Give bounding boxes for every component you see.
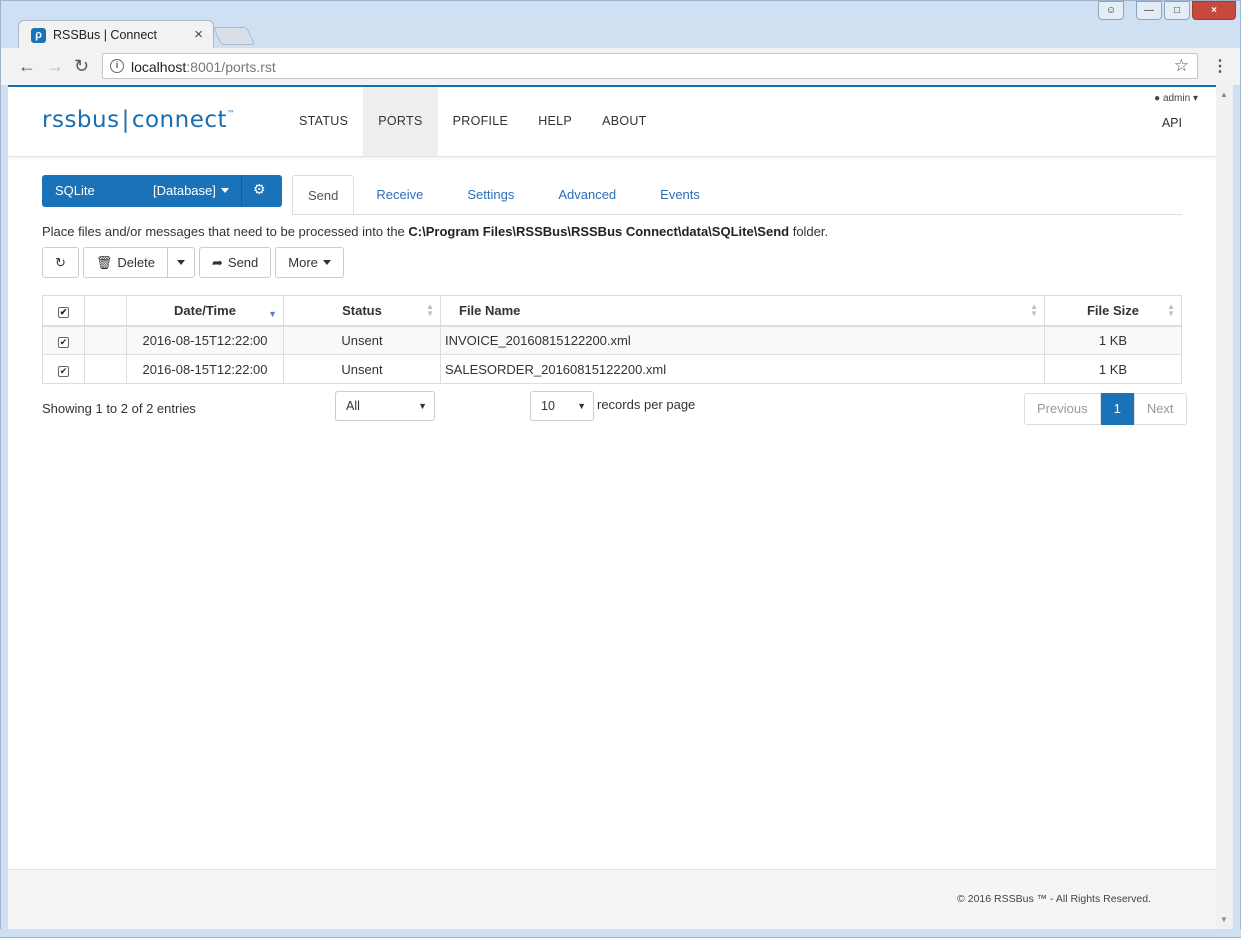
- sort-desc-icon: ▼: [268, 309, 277, 319]
- window-frame-bottom: [0, 929, 1241, 938]
- main-nav: STATUS PORTS PROFILE HELP ABOUT: [284, 87, 662, 156]
- row-filename[interactable]: SALESORDER_20160815122200.xml: [440, 354, 1045, 384]
- rssbus-favicon-icon: ρ: [31, 28, 46, 43]
- bookmark-star-icon[interactable]: ☆: [1174, 56, 1189, 76]
- col-status[interactable]: Status ▲ ▼: [283, 295, 441, 327]
- row-filesize: 1 KB: [1044, 354, 1182, 384]
- pagination-page-1[interactable]: 1: [1100, 393, 1134, 425]
- row-status: Unsent: [283, 325, 441, 355]
- page-size-select[interactable]: 10 ▼: [530, 391, 594, 421]
- tab-settings[interactable]: Settings: [445, 175, 536, 214]
- pagination: Previous 1 Next: [1024, 393, 1187, 425]
- app-header: rssbus|connect™ STATUS PORTS PROFILE HEL…: [8, 87, 1216, 157]
- scroll-up-arrow-icon[interactable]: ▲: [1220, 90, 1228, 99]
- nav-help[interactable]: HELP: [523, 87, 587, 156]
- page-scrollbar[interactable]: ▲ ▼: [1216, 85, 1233, 929]
- select-all-checkbox[interactable]: ✔: [42, 295, 85, 327]
- api-link[interactable]: API: [1162, 116, 1182, 130]
- nav-status[interactable]: STATUS: [284, 87, 363, 156]
- more-button[interactable]: More: [275, 247, 344, 278]
- info-icon[interactable]: i: [110, 59, 124, 73]
- port-tabs: Send Receive Settings Advanced Events: [292, 175, 1182, 215]
- forward-arrow-icon[interactable]: →: [46, 56, 64, 77]
- pagination-previous[interactable]: Previous: [1024, 393, 1101, 425]
- refresh-icon: ↻: [55, 254, 66, 270]
- page-footer: © 2016 RSSBus ™ - All Rights Reserved.: [8, 869, 1216, 929]
- table-row[interactable]: ✔ 2016-08-15T12:22:00 Unsent SALESORDER_…: [42, 354, 1182, 384]
- table-row[interactable]: ✔ 2016-08-15T12:22:00 Unsent INVOICE_201…: [42, 325, 1182, 355]
- port-type: [Database]: [153, 183, 216, 198]
- entries-info: Showing 1 to 2 of 2 entries: [42, 401, 196, 416]
- gear-icon[interactable]: ⚙: [253, 181, 266, 198]
- window-titlebar: ρ RSSBus | Connect × ☺ — □ ×: [0, 0, 1241, 50]
- delete-dropdown-button[interactable]: [168, 247, 195, 278]
- table-header-row: ✔ Date/Time ▼ Status ▲ ▼ File Name ▲ ▼ Fil…: [42, 295, 1182, 327]
- col-filesize[interactable]: File Size ▲ ▼: [1044, 295, 1182, 327]
- reload-icon[interactable]: ↻: [74, 56, 89, 77]
- nav-ports[interactable]: PORTS: [363, 87, 438, 156]
- row-checkbox[interactable]: ✔: [42, 354, 85, 384]
- sort-icon: ▲ ▼: [1030, 302, 1038, 318]
- row-status: Unsent: [283, 354, 441, 384]
- chevron-down-icon: [177, 260, 185, 265]
- back-arrow-icon[interactable]: ←: [18, 56, 36, 77]
- tab-send[interactable]: Send: [292, 175, 355, 214]
- browser-menu-icon[interactable]: ⋮: [1212, 56, 1228, 76]
- files-table: ✔ Date/Time ▼ Status ▲ ▼ File Name ▲ ▼ Fil…: [42, 295, 1182, 384]
- page-viewport: rssbus|connect™ STATUS PORTS PROFILE HEL…: [8, 85, 1216, 929]
- row-datetime: 2016-08-15T12:22:00: [126, 354, 284, 384]
- refresh-button[interactable]: ↻: [42, 247, 79, 278]
- browser-toolbar: ← → ↻ i localhost:8001/ports.rst ☆ ⋮: [0, 48, 1241, 85]
- browser-tab[interactable]: ρ RSSBus | Connect ×: [18, 20, 214, 50]
- row-filename[interactable]: INVOICE_20160815122200.xml: [440, 325, 1045, 355]
- sort-icon: ▲ ▼: [426, 302, 434, 318]
- trash-icon: 🗑: [95, 254, 113, 270]
- row-checkbox[interactable]: ✔: [42, 325, 85, 355]
- address-bar[interactable]: i localhost:8001/ports.rst ☆: [102, 53, 1198, 79]
- delete-button[interactable]: 🗑 Delete: [82, 247, 168, 278]
- window-frame-right: [1233, 85, 1241, 938]
- nav-profile[interactable]: PROFILE: [438, 87, 524, 156]
- delete-button-group: 🗑 Delete: [82, 247, 195, 278]
- tab-title: RSSBus | Connect: [53, 28, 157, 42]
- pagination-next[interactable]: Next: [1133, 393, 1187, 425]
- tab-events[interactable]: Events: [638, 175, 722, 214]
- nav-about[interactable]: ABOUT: [587, 87, 662, 156]
- minimize-icon[interactable]: —: [1136, 1, 1162, 20]
- tab-close-icon[interactable]: ×: [194, 26, 203, 43]
- rssbus-logo[interactable]: rssbus|connect™: [42, 107, 236, 133]
- copyright-text: © 2016 RSSBus ™ - All Rights Reserved.: [957, 893, 1151, 905]
- send-folder-description: Place files and/or messages that need to…: [42, 224, 829, 239]
- window-frame-left: [0, 85, 8, 929]
- chevron-down-icon: ▼: [418, 401, 427, 411]
- status-filter-select[interactable]: All ▼: [335, 391, 435, 421]
- scroll-down-arrow-icon[interactable]: ▼: [1220, 915, 1228, 924]
- new-tab-button[interactable]: [212, 27, 256, 45]
- share-arrow-icon: ➦: [212, 254, 223, 270]
- tab-receive[interactable]: Receive: [354, 175, 445, 214]
- window-controls: ☺ — □ ×: [1098, 1, 1236, 20]
- port-selector-button[interactable]: SQLite [Database] ⚙: [42, 175, 282, 207]
- row-datetime: 2016-08-15T12:22:00: [126, 325, 284, 355]
- chevron-down-icon: ▼: [577, 401, 586, 411]
- send-button[interactable]: ➦ Send: [199, 247, 272, 278]
- action-toolbar: ↻ 🗑 Delete ➦ Send More: [42, 247, 344, 278]
- close-window-icon[interactable]: ×: [1192, 1, 1236, 20]
- maximize-icon[interactable]: □: [1164, 1, 1190, 20]
- chevron-down-icon: [221, 188, 229, 193]
- profile-icon[interactable]: ☺: [1098, 1, 1124, 20]
- port-name: SQLite: [55, 183, 95, 198]
- sort-icon: ▲ ▼: [1167, 302, 1175, 318]
- records-per-page-label: records per page: [597, 397, 696, 412]
- col-datetime[interactable]: Date/Time ▼: [126, 295, 284, 327]
- tab-advanced[interactable]: Advanced: [536, 175, 638, 214]
- url-text[interactable]: localhost:8001/ports.rst: [131, 59, 276, 75]
- col-filename[interactable]: File Name ▲ ▼: [440, 295, 1045, 327]
- chevron-down-icon: [322, 260, 331, 265]
- user-menu[interactable]: ● admin ▾: [1154, 93, 1198, 104]
- user-icon: ●: [1154, 93, 1161, 104]
- row-filesize: 1 KB: [1044, 325, 1182, 355]
